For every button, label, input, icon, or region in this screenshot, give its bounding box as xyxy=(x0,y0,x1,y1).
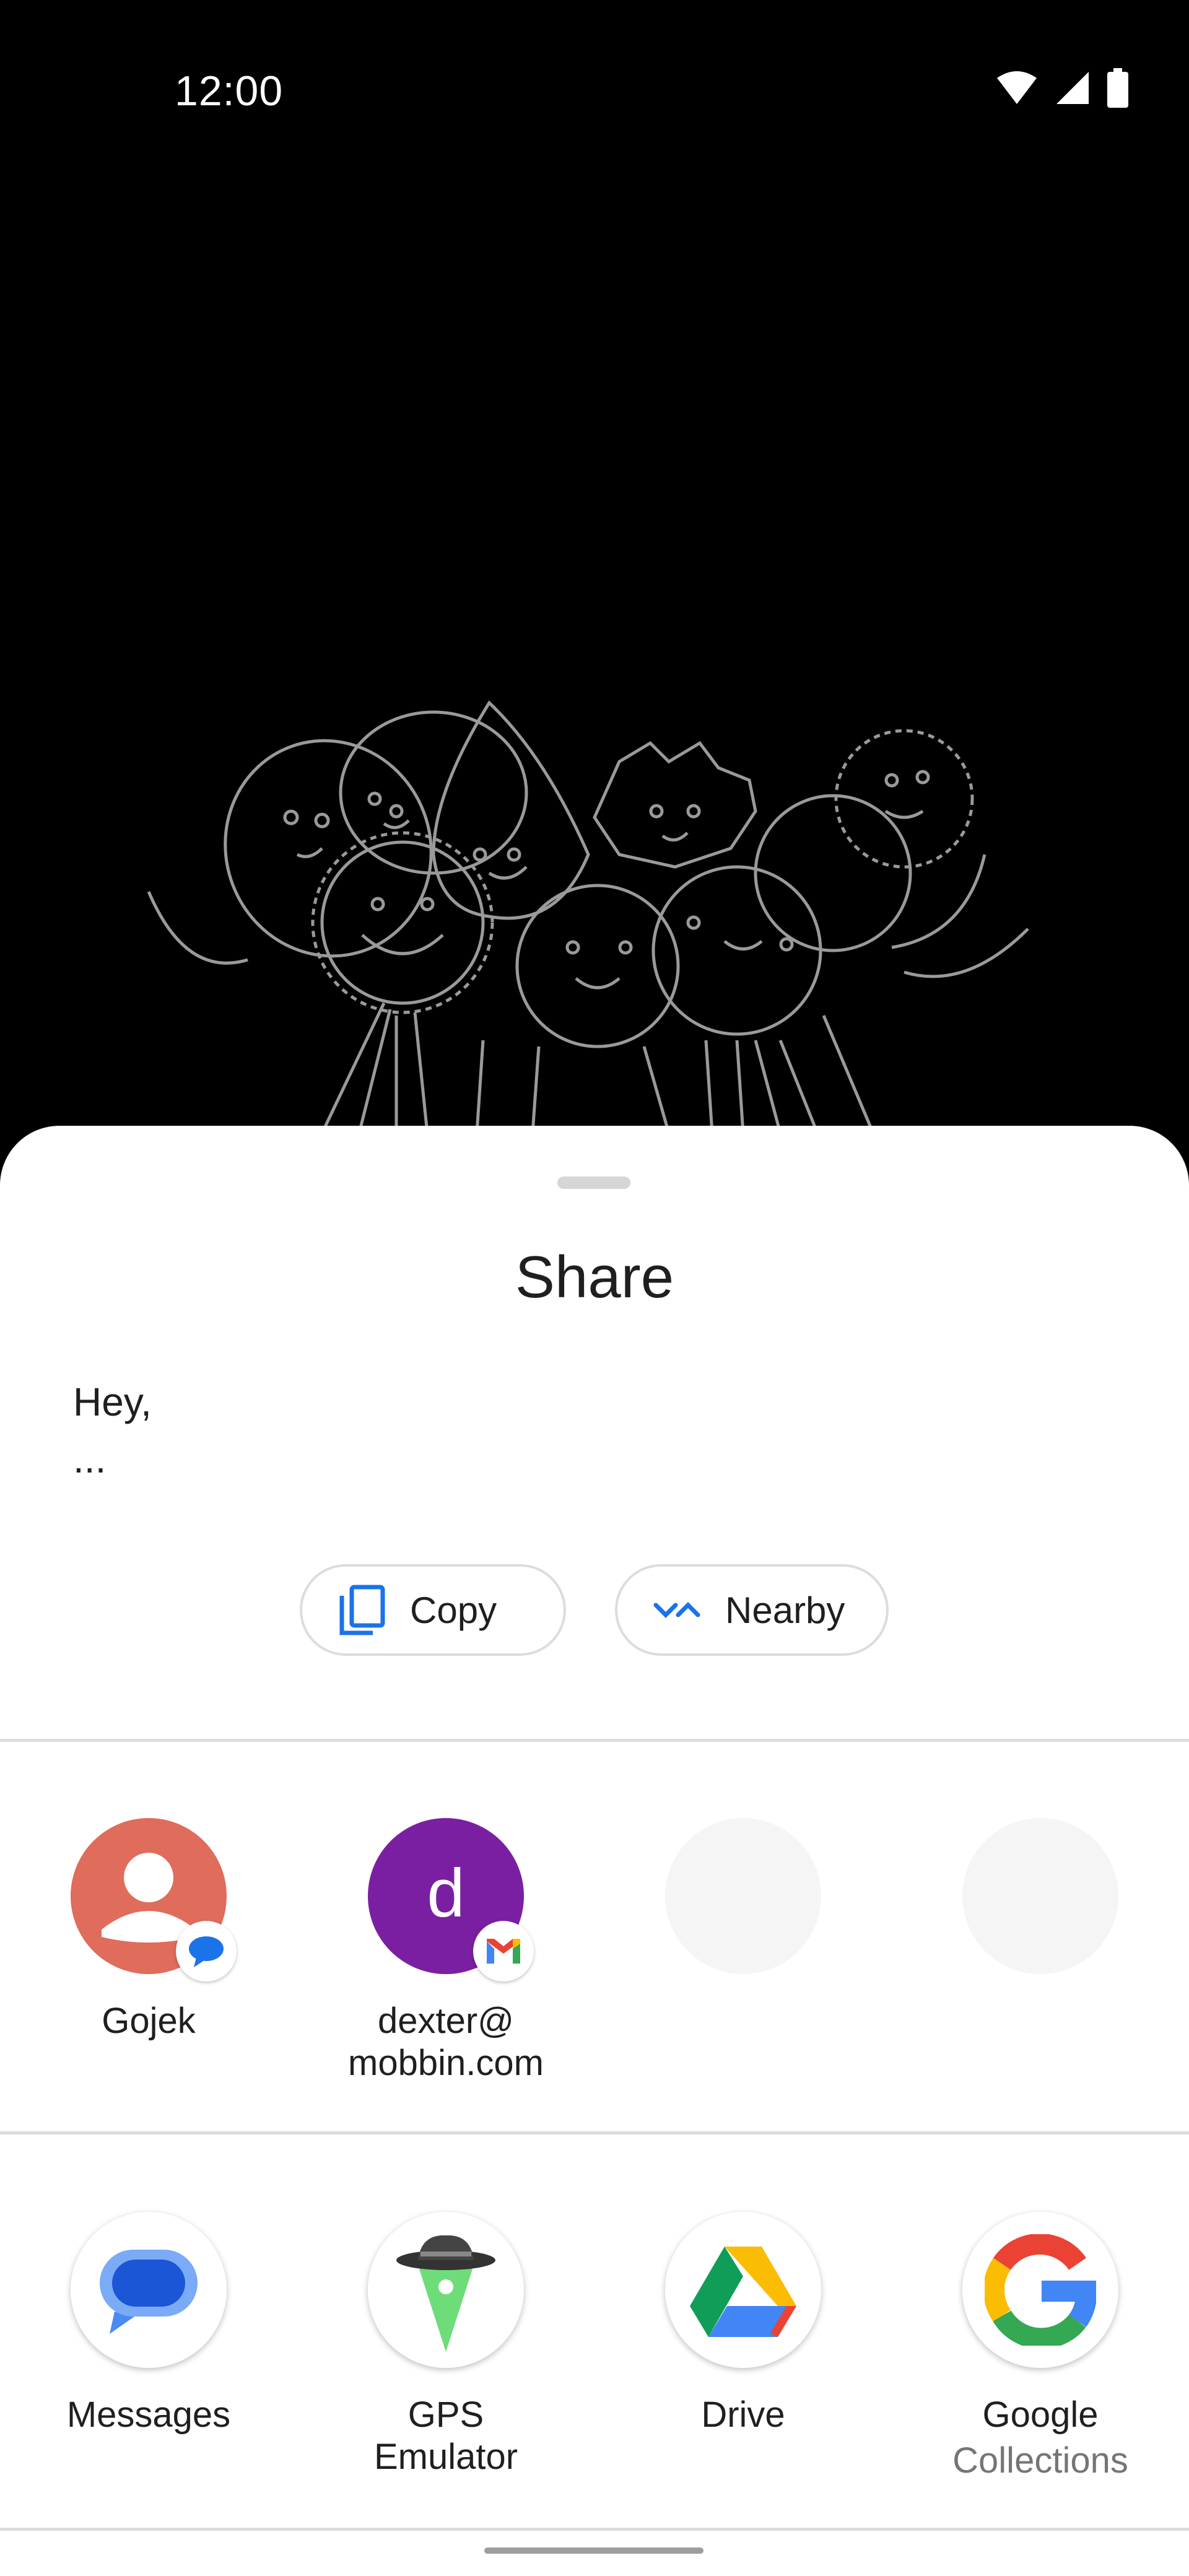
avatar-letter: d xyxy=(427,1855,465,1931)
background-illustration xyxy=(147,700,1029,1133)
divider-middle xyxy=(0,2131,1189,2134)
nearby-share-icon xyxy=(653,1586,700,1634)
drive-app-icon xyxy=(665,2212,821,2368)
copy-button[interactable]: Copy xyxy=(300,1564,566,1656)
avatar: d xyxy=(368,1818,534,1982)
status-time: 12:00 xyxy=(175,67,284,115)
direct-share-target-dexter[interactable]: d dexter@ mobbin.com xyxy=(334,1818,557,2084)
messages-app-icon xyxy=(71,2212,227,2368)
drag-handle[interactable] xyxy=(557,1177,630,1189)
target-name-line2: mobbin.com xyxy=(348,2043,544,2083)
avatar xyxy=(71,1818,237,1982)
battery-icon xyxy=(1107,68,1128,108)
google-app-icon xyxy=(962,2212,1118,2368)
gps-emulator-app-icon xyxy=(368,2212,524,2368)
nearby-share-button[interactable]: Nearby xyxy=(615,1564,889,1656)
app-target-messages[interactable]: Messages xyxy=(37,2212,260,2436)
placeholder-avatar xyxy=(962,1818,1118,1974)
target-name: Gojek xyxy=(102,2001,196,2041)
app-name: GPS Emulator xyxy=(373,2395,518,2477)
direct-share-placeholder xyxy=(929,1818,1152,1974)
app-sublabel: Collections xyxy=(952,2440,1128,2481)
app-target-google-collections[interactable]: Google Collections xyxy=(929,2212,1152,2486)
app-name: Messages xyxy=(66,2395,231,2435)
preview-line-1: Hey, xyxy=(73,1380,152,1424)
app-target-drive[interactable]: Drive xyxy=(632,2212,855,2436)
divider-bottom xyxy=(0,2528,1189,2531)
status-icons xyxy=(996,68,1130,108)
wifi-icon xyxy=(997,71,1037,104)
copy-label: Copy xyxy=(410,1589,497,1631)
placeholder-avatar xyxy=(665,1818,821,1974)
direct-share-placeholder xyxy=(632,1818,855,1974)
divider-top xyxy=(0,1739,1189,1742)
app-name: Google xyxy=(982,2395,1099,2435)
sheet-title: Share xyxy=(515,1244,674,1310)
direct-share-target-gojek[interactable]: Gojek xyxy=(37,1818,260,2042)
preview-line-2: ... xyxy=(73,1437,107,1481)
target-name-line1: dexter@ xyxy=(377,2001,515,2041)
cellular-signal-icon xyxy=(1056,72,1089,104)
target-name: dexter@ mobbin.com xyxy=(334,2000,557,2084)
status-bar: 12:00 xyxy=(0,0,1189,186)
nearby-label: Nearby xyxy=(725,1589,845,1631)
share-sheet: Share Hey, ... Copy Nearby Gojek d dexte… xyxy=(0,1126,1189,2576)
app-target-gps-emulator[interactable]: GPS Emulator xyxy=(334,2212,557,2478)
gmail-badge-icon xyxy=(473,1921,534,1982)
app-name: Drive xyxy=(701,2395,785,2435)
gesture-nav-handle[interactable] xyxy=(484,2548,703,2554)
shared-text-preview: Hey, ... xyxy=(73,1373,152,1487)
copy-icon xyxy=(338,1585,385,1635)
messages-badge-icon xyxy=(176,1921,237,1982)
